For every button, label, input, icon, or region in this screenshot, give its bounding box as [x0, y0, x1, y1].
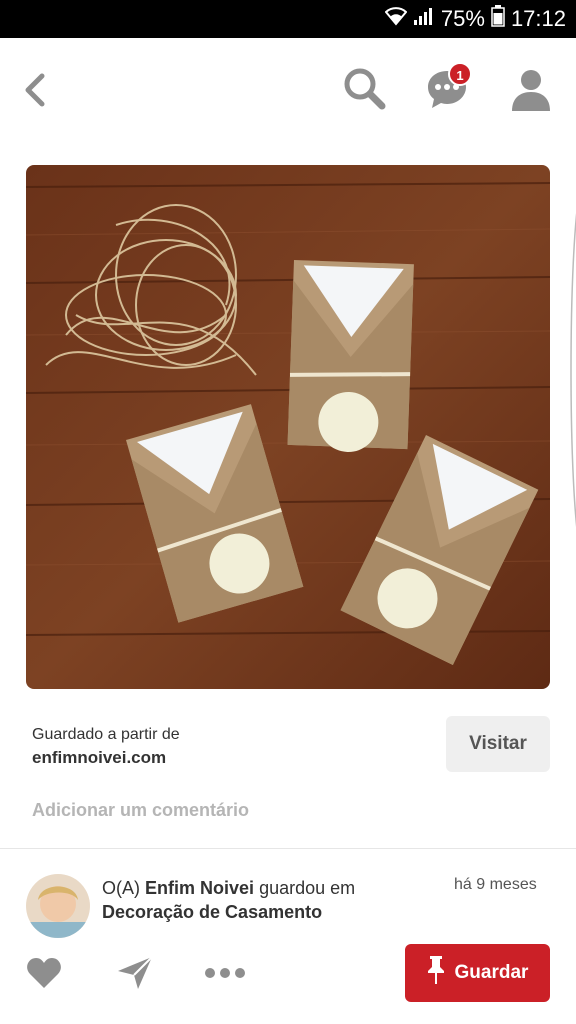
battery-icon — [491, 5, 505, 33]
pin-image[interactable] — [26, 165, 550, 689]
profile-icon[interactable] — [510, 68, 552, 112]
search-icon[interactable] — [342, 66, 388, 112]
pin-icon — [427, 955, 445, 991]
signal-icon — [413, 6, 435, 32]
send-icon[interactable] — [116, 955, 154, 991]
wifi-icon — [384, 6, 408, 32]
back-icon[interactable] — [20, 70, 52, 110]
notification-badge: 1 — [448, 62, 472, 86]
avatar[interactable] — [26, 874, 90, 938]
divider — [0, 848, 576, 849]
activity-time: há 9 meses — [454, 876, 537, 893]
activity-action: guardou em — [259, 878, 356, 898]
clock: 17:12 — [510, 6, 566, 31]
pin-source: Guardado a partir de enfimnoivei.com — [32, 726, 180, 768]
visit-button[interactable]: Visitar — [446, 716, 550, 772]
save-button[interactable]: Guardar — [405, 944, 550, 1002]
activity-user-link[interactable]: Enfim Noivei — [145, 878, 254, 898]
side-curve — [566, 190, 576, 550]
status-bar: 75% 17:12 — [0, 0, 576, 38]
activity-prefix: O(A) — [102, 878, 140, 898]
activity-board-link[interactable]: Decoração de Casamento — [102, 902, 322, 922]
battery-percent: 75% — [440, 6, 485, 31]
saved-from-label: Guardado a partir de — [32, 726, 180, 743]
source-domain-link[interactable]: enfimnoivei.com — [32, 748, 180, 768]
add-comment-field[interactable]: Adicionar um comentário — [32, 800, 249, 821]
more-icon[interactable] — [204, 966, 246, 978]
top-bar: 1 — [0, 38, 576, 142]
save-label: Guardar — [454, 962, 529, 983]
heart-icon[interactable] — [26, 956, 62, 990]
activity-text: O(A) Enfim Noivei guardou em Decoração d… — [102, 876, 422, 924]
